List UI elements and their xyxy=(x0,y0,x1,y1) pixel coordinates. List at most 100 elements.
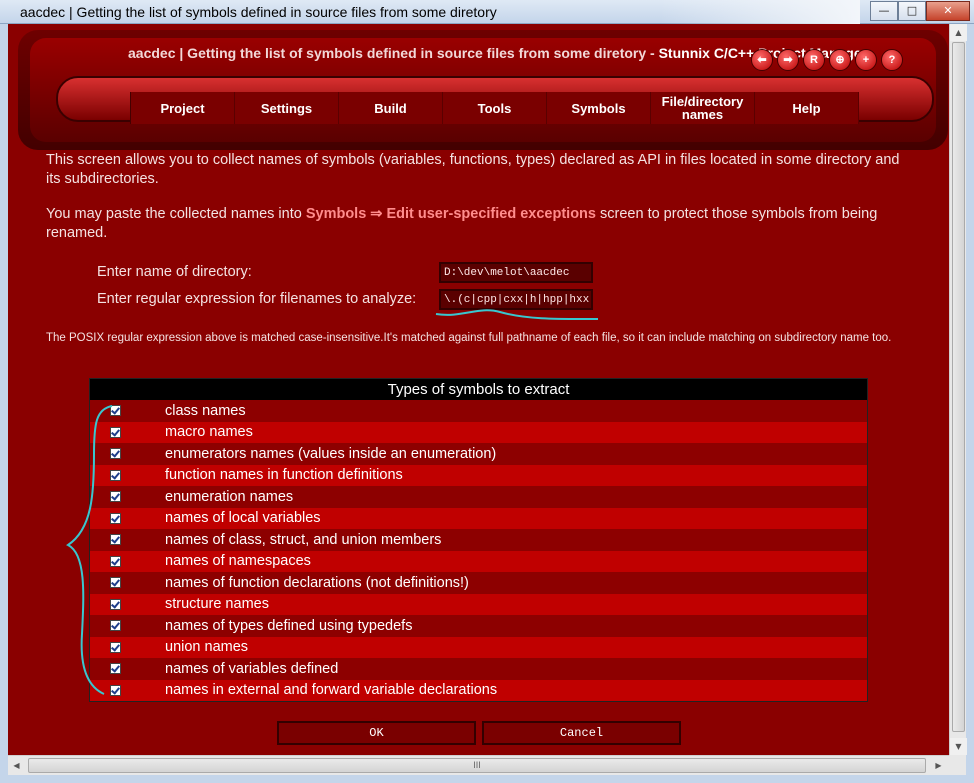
symbol-type-row[interactable]: class names xyxy=(90,400,867,422)
vertical-scroll-thumb[interactable] xyxy=(952,42,965,732)
minimize-button[interactable]: — xyxy=(870,1,898,21)
menu-file-directory-names-label: File/directory names xyxy=(661,94,744,122)
window-frame-right xyxy=(966,24,974,783)
symbol-type-row[interactable]: enumerators names (values inside an enum… xyxy=(90,443,867,465)
symbol-type-row[interactable]: function names in function definitions xyxy=(90,464,867,486)
symbol-type-row[interactable]: names of function declarations (not defi… xyxy=(90,572,867,594)
scroll-down-icon[interactable]: ▼ xyxy=(950,738,967,755)
page-content: aacdec | Getting the list of symbols def… xyxy=(8,24,949,755)
cancel-button[interactable]: Cancel xyxy=(482,721,681,745)
symbol-type-row[interactable]: enumeration names xyxy=(90,486,867,508)
symbol-type-checkbox[interactable] xyxy=(110,620,121,632)
symbol-type-checkbox[interactable] xyxy=(110,491,121,503)
directory-label: Enter name of directory: xyxy=(97,264,252,280)
main-menu: Project Settings Build Tools Symbols Fil… xyxy=(130,92,859,124)
app-header: aacdec | Getting the list of symbols def… xyxy=(18,30,948,150)
menubar-frame: Project Settings Build Tools Symbols Fil… xyxy=(56,76,934,124)
zoom-in-icon[interactable]: ⊕ xyxy=(829,49,851,71)
symbol-type-label: macro names xyxy=(165,424,253,441)
menu-settings[interactable]: Settings xyxy=(235,92,339,124)
symbol-type-checkbox[interactable] xyxy=(110,469,121,481)
regex-input[interactable]: \.(c|cpp|cxx|h|hpp|hxx)$ xyxy=(439,289,593,310)
symbol-type-checkbox[interactable] xyxy=(110,598,121,610)
reload-icon[interactable]: R xyxy=(803,49,825,71)
symbol-type-row[interactable]: macro names xyxy=(90,421,867,443)
symbol-type-checkbox[interactable] xyxy=(110,512,121,524)
window-frame-left xyxy=(0,24,8,783)
symbol-type-label: enumeration names xyxy=(165,488,294,505)
symbol-type-label: names of types defined using typedefs xyxy=(165,617,413,634)
vertical-scrollbar[interactable]: ▲ ▼ xyxy=(949,24,967,755)
symbol-type-label: names of namespaces xyxy=(165,553,311,570)
ok-button[interactable]: OK xyxy=(277,721,476,745)
help-icon[interactable]: ? xyxy=(881,49,903,71)
symbol-type-label: names of class, struct, and union member… xyxy=(165,531,442,548)
scrollbar-corner xyxy=(949,755,966,775)
menu-file-directory-names[interactable]: File/directory names xyxy=(651,92,755,124)
regex-label: Enter regular expression for filenames t… xyxy=(97,291,417,307)
symbol-type-label: names of local variables xyxy=(165,510,321,527)
symbol-type-label: names of function declarations (not defi… xyxy=(165,574,469,591)
window-title: aacdec | Getting the list of symbols def… xyxy=(20,4,497,20)
symbol-type-row[interactable]: structure names xyxy=(90,593,867,615)
titlebar-blur xyxy=(660,0,860,24)
symbol-type-label: union names xyxy=(165,639,249,656)
symbol-type-checkbox[interactable] xyxy=(110,555,121,567)
app-title-text: aacdec | Getting the list of symbols def… xyxy=(128,45,655,61)
annotation-underline xyxy=(435,309,599,321)
forward-arrow-icon[interactable]: ➡ xyxy=(777,49,799,71)
menu-build-label: Build xyxy=(374,100,407,116)
menu-project[interactable]: Project xyxy=(131,92,235,124)
symbol-type-row[interactable]: names of local variables xyxy=(90,507,867,529)
symbol-type-label: names of variables defined xyxy=(165,660,339,677)
symbol-type-checkbox[interactable] xyxy=(110,448,121,460)
horizontal-scrollbar[interactable]: ◀ III ▶ xyxy=(8,755,949,775)
nav-button-group: ⬅ ➡ R ⊕ + ? xyxy=(751,49,903,71)
menu-project-label: Project xyxy=(160,100,205,116)
directory-input[interactable]: D:\dev\melot\aacdec xyxy=(439,262,593,283)
window-controls: — □ ✕ xyxy=(870,1,970,21)
regex-note: The POSIX regular expression above is ma… xyxy=(46,332,892,344)
menu-help-label: Help xyxy=(792,100,821,116)
symbol-type-checkbox[interactable] xyxy=(110,684,121,696)
menu-tools-label: Tools xyxy=(477,100,512,116)
menu-tools[interactable]: Tools xyxy=(443,92,547,124)
symbol-type-row[interactable]: names of namespaces xyxy=(90,550,867,572)
intro-p2-before: You may paste the collected names into xyxy=(46,206,302,222)
symbol-type-checkbox[interactable] xyxy=(110,405,121,417)
scroll-right-icon[interactable]: ▶ xyxy=(930,757,947,774)
symbol-type-label: function names in function definitions xyxy=(165,467,403,484)
symbol-type-row[interactable]: names of class, struct, and union member… xyxy=(90,529,867,551)
symbol-type-label: names in external and forward variable d… xyxy=(165,682,498,699)
symbols-exceptions-link[interactable]: Symbols ⇒ Edit user-specified exceptions xyxy=(306,206,596,222)
symbol-types-header: Types of symbols to extract xyxy=(90,379,867,400)
symbol-type-checkbox[interactable] xyxy=(110,641,121,653)
symbol-type-row[interactable]: names of types defined using typedefs xyxy=(90,615,867,637)
window-titlebar[interactable]: aacdec | Getting the list of symbols def… xyxy=(0,0,974,24)
symbol-type-row[interactable]: names in external and forward variable d… xyxy=(90,679,867,701)
symbol-type-checkbox[interactable] xyxy=(110,534,121,546)
horizontal-scroll-thumb[interactable]: III xyxy=(28,758,926,773)
add-icon[interactable]: + xyxy=(855,49,877,71)
symbol-type-checkbox[interactable] xyxy=(110,426,121,438)
symbol-type-row[interactable]: union names xyxy=(90,636,867,658)
menu-build[interactable]: Build xyxy=(339,92,443,124)
menu-help[interactable]: Help xyxy=(755,92,859,124)
intro-paragraph-2: You may paste the collected names into S… xyxy=(46,205,906,243)
symbol-type-row[interactable]: names of variables defined xyxy=(90,658,867,680)
scroll-left-icon[interactable]: ◀ xyxy=(8,757,25,774)
symbol-types-panel: Types of symbols to extract class names … xyxy=(89,378,868,702)
menu-settings-label: Settings xyxy=(260,100,313,116)
maximize-button[interactable]: □ xyxy=(898,1,926,21)
symbol-type-checkbox[interactable] xyxy=(110,663,121,675)
symbol-type-label: structure names xyxy=(165,596,269,613)
symbol-type-checkbox[interactable] xyxy=(110,577,121,589)
window-frame-bottom xyxy=(0,775,974,783)
symbol-type-label: class names xyxy=(165,402,246,419)
close-button[interactable]: ✕ xyxy=(926,1,970,21)
symbol-type-label: enumerators names (values inside an enum… xyxy=(165,445,497,462)
back-arrow-icon[interactable]: ⬅ xyxy=(751,49,773,71)
scroll-up-icon[interactable]: ▲ xyxy=(950,24,967,41)
intro-paragraph: This screen allows you to collect names … xyxy=(46,152,900,187)
menu-symbols[interactable]: Symbols xyxy=(547,92,651,124)
